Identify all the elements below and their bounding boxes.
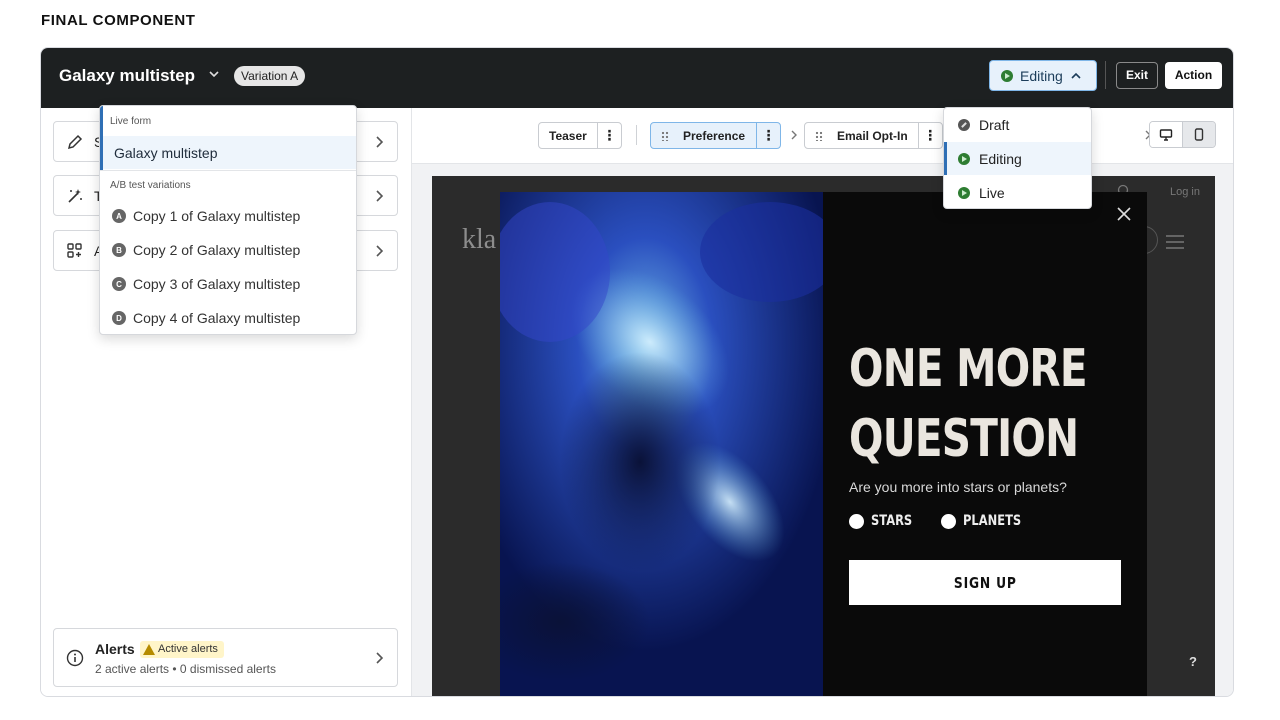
menu-item-variation-a[interactable]: A Copy 1 of Galaxy multistep (112, 208, 300, 224)
mobile-icon (1194, 128, 1204, 141)
variation-letter-icon: C (112, 277, 126, 291)
chevron-up-icon (1071, 72, 1081, 79)
popup-headline: ONE MORE QUESTION (849, 334, 1088, 474)
galaxy-image (500, 192, 823, 696)
chevron-right-icon (376, 652, 384, 664)
radio-button[interactable] (849, 513, 864, 529)
toolbar-divider (636, 125, 637, 145)
variation-badge: Variation A (234, 66, 306, 86)
right-panel: Teaser ⋮ Preference ⋮ Email Opt-In ⋮ Log… (412, 108, 1233, 696)
popup-modal: ONE MORE QUESTION Are you more into star… (500, 192, 1147, 696)
draft-status-icon (958, 118, 970, 131)
status-item-draft[interactable]: Draft (944, 108, 1091, 141)
variation-letter-icon: D (112, 311, 126, 325)
status-dropdown-button[interactable]: Editing (989, 60, 1097, 91)
page-caption: FINAL COMPONENT (41, 12, 196, 29)
step-email-opt-in[interactable]: Email Opt-In ⋮ (804, 122, 943, 149)
magic-wand-icon (68, 189, 82, 203)
pencil-icon (67, 134, 83, 150)
option-stars[interactable]: STARS (849, 513, 921, 529)
menu-item-variation-d[interactable]: D Copy 4 of Galaxy multistep (112, 310, 300, 326)
editing-status-icon (1001, 69, 1013, 82)
exit-button[interactable]: Exit (1116, 62, 1158, 89)
alerts-summary: 2 active alerts • 0 dismissed alerts (95, 662, 276, 676)
menu-item-live-form[interactable]: Galaxy multistep (100, 136, 356, 169)
variation-label: Copy 4 of Galaxy multistep (133, 310, 301, 326)
form-selector-menu: Live form Galaxy multistep A/B test vari… (99, 105, 357, 335)
headline-line-1: ONE MORE (849, 339, 1088, 399)
status-item-editing[interactable]: Editing (944, 142, 1091, 175)
answer-options: STARS PLANETS (849, 513, 1034, 529)
menu-item-variation-c[interactable]: C Copy 3 of Galaxy multistep (112, 276, 300, 292)
variation-letter-icon: A (112, 209, 126, 223)
radio-button[interactable] (941, 513, 957, 529)
step-teaser-label: Teaser (549, 128, 587, 143)
step-teaser[interactable]: Teaser ⋮ (538, 122, 622, 149)
desktop-icon (1159, 128, 1173, 141)
device-toggle (1149, 121, 1216, 148)
status-item-label: Editing (979, 150, 1022, 167)
alerts-card[interactable]: Alerts Active alerts 2 active alerts • 0… (53, 628, 398, 687)
status-item-label: Draft (979, 116, 1010, 133)
variation-letter-icon: B (112, 243, 126, 257)
status-menu: Draft Editing Live (943, 107, 1092, 209)
status-item-label: Live (979, 184, 1005, 201)
alerts-title: Alerts (95, 641, 135, 657)
live-form-heading: Live form (110, 116, 152, 127)
kebab-menu-icon[interactable]: ⋮ (917, 123, 942, 148)
variation-label: Copy 3 of Galaxy multistep (133, 276, 301, 292)
chevron-right-icon (791, 130, 797, 140)
menu-item-variation-b[interactable]: B Copy 2 of Galaxy multistep (112, 242, 300, 258)
action-button[interactable]: Action (1165, 62, 1222, 89)
active-alerts-badge: Active alerts (140, 641, 224, 658)
chevron-right-icon (376, 245, 384, 257)
kebab-menu-icon[interactable]: ⋮ (756, 123, 780, 148)
menu-divider (100, 170, 356, 171)
step-preference-label: Preference (683, 128, 746, 143)
popup-question: Are you more into stars or planets? (849, 479, 1067, 495)
drag-handle-icon[interactable] (661, 130, 669, 141)
signup-button[interactable]: SIGN UP (849, 560, 1121, 605)
apps-add-icon (67, 243, 82, 258)
option-planets[interactable]: PLANETS (941, 513, 1034, 529)
status-item-live[interactable]: Live (944, 176, 1091, 209)
topbar-divider (1105, 61, 1106, 89)
step-preference[interactable]: Preference ⋮ (650, 122, 782, 149)
close-icon[interactable] (1116, 206, 1132, 222)
desktop-view-button[interactable] (1150, 122, 1183, 147)
form-title[interactable]: Galaxy multistep (59, 66, 195, 86)
step-email-opt-in-label: Email Opt-In (837, 128, 908, 143)
headline-line-2: QUESTION (849, 409, 1079, 469)
top-bar: Galaxy multistep Variation A Editing Exi… (41, 48, 1233, 108)
site-login-link: Log in (1170, 186, 1200, 198)
chevron-right-icon (376, 136, 384, 148)
editing-status-icon (958, 152, 970, 165)
ab-variations-heading: A/B test variations (110, 180, 191, 191)
help-button[interactable]: ? (1189, 654, 1197, 669)
active-alerts-label: Active alerts (158, 643, 218, 655)
signup-label: SIGN UP (953, 573, 1017, 592)
chevron-down-icon[interactable] (207, 67, 221, 81)
info-icon (66, 649, 84, 667)
variation-label: Copy 1 of Galaxy multistep (133, 208, 301, 224)
kebab-menu-icon[interactable]: ⋮ (596, 123, 621, 148)
option-label: STARS (871, 513, 913, 529)
mobile-view-button[interactable] (1183, 122, 1215, 147)
steps-toolbar: Teaser ⋮ Preference ⋮ Email Opt-In ⋮ (412, 108, 1233, 164)
live-status-icon (958, 186, 970, 199)
variation-label: Copy 2 of Galaxy multistep (133, 242, 301, 258)
hamburger-menu-icon (1166, 235, 1184, 249)
site-logo: kla (462, 224, 497, 255)
form-preview: Log in kla ? ONE MORE QUESTION Are you m… (432, 176, 1215, 696)
chevron-right-icon (376, 190, 384, 202)
drag-handle-icon[interactable] (815, 130, 823, 141)
galaxy-artwork (500, 192, 823, 696)
warning-icon (143, 644, 155, 655)
status-label: Editing (1020, 67, 1063, 84)
option-label: PLANETS (963, 513, 1022, 529)
